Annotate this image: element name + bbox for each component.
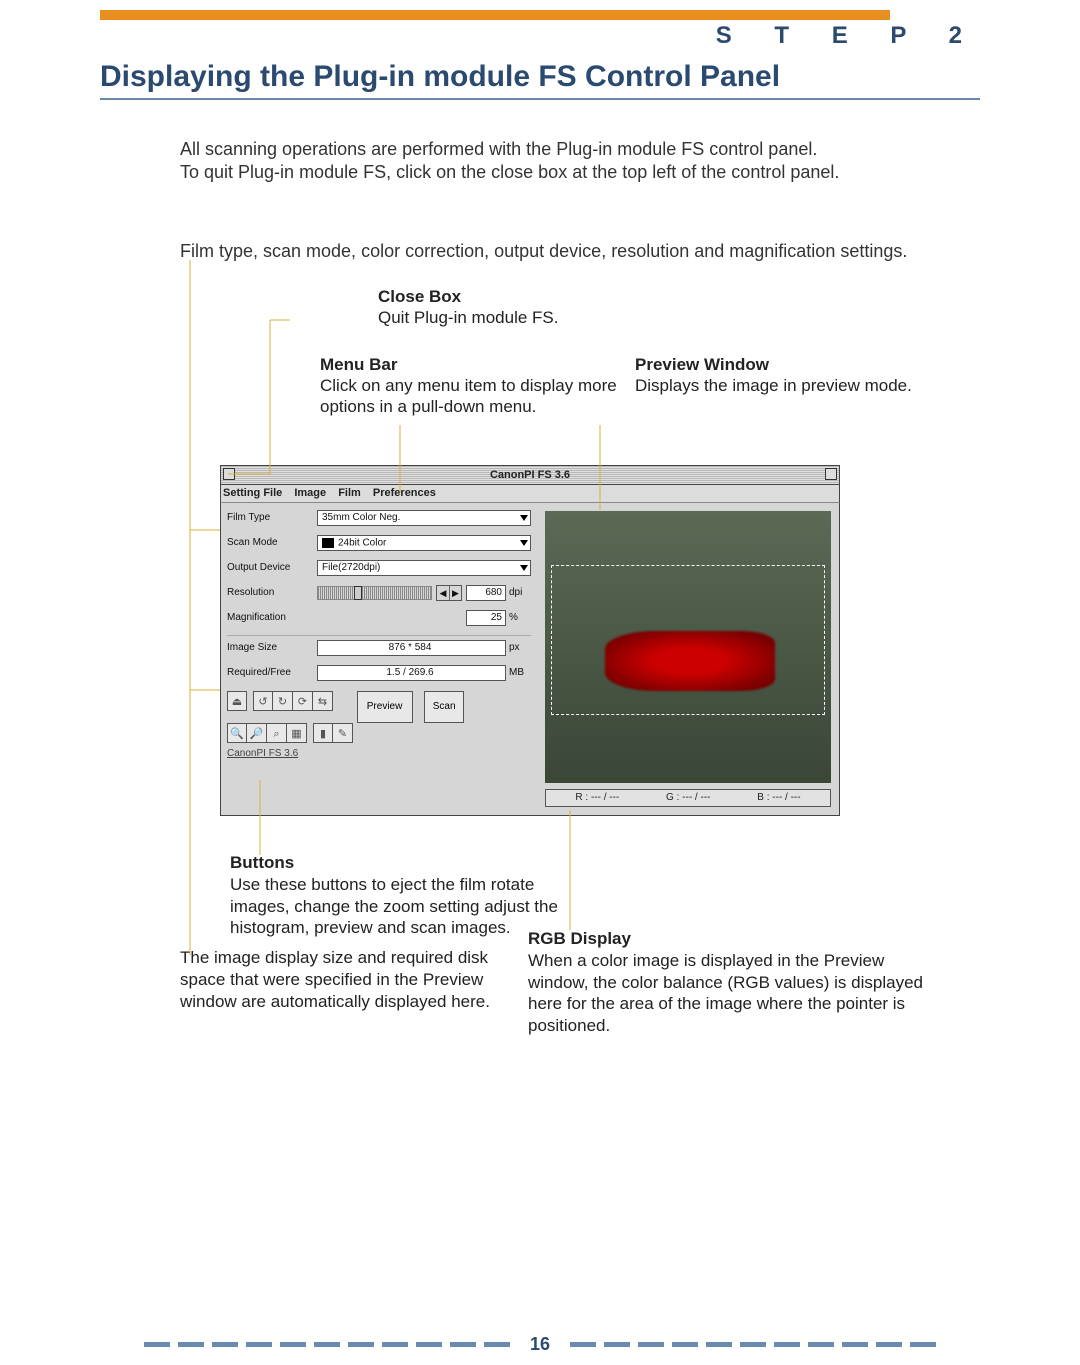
histogram-button[interactable]: ▮ xyxy=(313,723,333,743)
annotation-buttons-body: Use these buttons to eject the film rota… xyxy=(230,875,558,938)
image-size-value: 876 * 584 xyxy=(317,640,506,656)
toolbar-row-2: 🔍🔎⌕▦ ▮✎ xyxy=(227,723,531,743)
page-number: 16 xyxy=(518,1334,562,1355)
control-panel-window: CanonPI FS 3.6 Setting File Image Film P… xyxy=(220,465,840,816)
resolution-label: Resolution xyxy=(227,588,317,598)
adjust-button[interactable]: ✎ xyxy=(333,723,353,743)
annotation-buttons-heading: Buttons xyxy=(230,853,294,872)
callout-close-heading: Close Box xyxy=(378,287,461,306)
mirror-button[interactable]: ⇆ xyxy=(313,691,333,711)
footer-dashes-right xyxy=(570,1342,936,1347)
magnification-value[interactable]: 25 xyxy=(466,610,506,626)
callout-preview-body: Displays the image in preview mode. xyxy=(635,376,912,395)
settings-caption: Film type, scan mode, color correction, … xyxy=(180,241,980,262)
output-device-select[interactable]: File(2720dpi) xyxy=(317,560,531,576)
intro-line2: To quit Plug-in module FS, click on the … xyxy=(180,162,839,182)
chevron-down-icon xyxy=(520,540,528,546)
annotation-rgb-body: When a color image is displayed in the P… xyxy=(528,951,923,1035)
title-underline xyxy=(100,98,980,100)
resolution-stepper[interactable]: ◀▶ xyxy=(436,585,462,601)
image-button[interactable]: ▦ xyxy=(287,723,307,743)
annotation-rgb-heading: RGB Display xyxy=(528,929,631,948)
menu-preferences[interactable]: Preferences xyxy=(373,487,436,499)
required-free-label: Required/Free xyxy=(227,668,317,678)
page-title: Displaying the Plug-in module FS Control… xyxy=(100,60,980,94)
menu-setting-file[interactable]: Setting File xyxy=(223,487,282,499)
resolution-unit: dpi xyxy=(509,588,531,598)
footer-dashes-left xyxy=(144,1342,510,1347)
callout-menu-heading: Menu Bar xyxy=(320,355,397,374)
menu-bar[interactable]: Setting File Image Film Preferences xyxy=(220,485,840,503)
settings-column: Film Type 35mm Color Neg. Scan Mode 24bi… xyxy=(221,503,537,815)
required-free-value: 1.5 / 269.6 xyxy=(317,665,506,681)
preview-button[interactable]: Preview xyxy=(357,691,413,723)
rgb-display-bar: R : --- / --- G : --- / --- B : --- / --… xyxy=(545,789,831,807)
callout-preview-heading: Preview Window xyxy=(635,355,769,374)
callout-preview-window: Preview Window Displays the image in pre… xyxy=(635,354,955,397)
chevron-down-icon xyxy=(520,515,528,521)
film-type-select[interactable]: 35mm Color Neg. xyxy=(317,510,531,526)
callout-menu-bar: Menu Bar Click on any menu item to displ… xyxy=(320,354,620,418)
output-device-value: File(2720dpi) xyxy=(322,563,380,573)
chevron-down-icon xyxy=(520,565,528,571)
zoom-in-button[interactable]: 🔍 xyxy=(227,723,247,743)
required-free-unit: MB xyxy=(509,668,531,678)
top-orange-rule xyxy=(100,10,890,20)
scan-mode-label: Scan Mode xyxy=(227,538,317,548)
divider xyxy=(227,635,531,636)
window-titlebar[interactable]: CanonPI FS 3.6 xyxy=(220,465,840,485)
intro-paragraph: All scanning operations are performed wi… xyxy=(180,138,980,185)
page-footer: 16 xyxy=(0,1334,1080,1355)
film-type-value: 35mm Color Neg. xyxy=(322,513,400,523)
eject-button[interactable]: ⏏ xyxy=(227,691,247,711)
zoom-fit-button[interactable]: ⌕ xyxy=(267,723,287,743)
step-label: S T E P 2 xyxy=(716,22,980,50)
menu-film[interactable]: Film xyxy=(338,487,361,499)
magnification-unit: % xyxy=(509,613,531,623)
magnification-label: Magnification xyxy=(227,613,317,623)
intro-line1: All scanning operations are performed wi… xyxy=(180,139,817,159)
rgb-g: G : --- / --- xyxy=(666,793,710,803)
rotate-cw-button[interactable]: ↻ xyxy=(273,691,293,711)
callout-menu-body: Click on any menu item to display more o… xyxy=(320,376,617,416)
rgb-b: B : --- / --- xyxy=(757,793,800,803)
zoom-box-icon[interactable] xyxy=(825,468,837,480)
resolution-value[interactable]: 680 xyxy=(466,585,506,601)
output-device-label: Output Device xyxy=(227,563,317,573)
selection-marquee[interactable] xyxy=(551,565,825,715)
image-size-label: Image Size xyxy=(227,643,317,653)
slider-thumb-icon[interactable] xyxy=(354,586,362,600)
flip-button[interactable]: ⟳ xyxy=(293,691,313,711)
zoom-out-button[interactable]: 🔎 xyxy=(247,723,267,743)
film-type-label: Film Type xyxy=(227,513,317,523)
scan-button[interactable]: Scan xyxy=(424,691,464,723)
toolbar-row-1: ⏏ ↺↻⟳⇆ Preview Scan xyxy=(227,691,531,723)
preview-column: R : --- / --- G : --- / --- B : --- / --… xyxy=(537,503,839,815)
annotation-buttons: Buttons Use these buttons to eject the f… xyxy=(230,852,570,939)
status-text: CanonPI FS 3.6 xyxy=(227,749,531,759)
scan-mode-value: 24bit Color xyxy=(322,538,386,549)
window-title: CanonPI FS 3.6 xyxy=(490,470,570,481)
rotate-ccw-button[interactable]: ↺ xyxy=(253,691,273,711)
resolution-slider[interactable] xyxy=(317,586,432,600)
callout-close-body: Quit Plug-in module FS. xyxy=(378,308,558,327)
menu-image[interactable]: Image xyxy=(294,487,326,499)
annotation-rgb: RGB Display When a color image is displa… xyxy=(528,928,928,1037)
preview-image[interactable] xyxy=(545,511,831,783)
callout-close-box: Close Box Quit Plug-in module FS. xyxy=(378,286,638,329)
image-size-unit: px xyxy=(509,643,531,653)
scan-mode-select[interactable]: 24bit Color xyxy=(317,535,531,551)
close-box-icon[interactable] xyxy=(223,468,235,480)
annotation-size-info: The image display size and required disk… xyxy=(180,947,520,1012)
rgb-r: R : --- / --- xyxy=(575,793,619,803)
color-swatch-icon xyxy=(322,538,334,548)
